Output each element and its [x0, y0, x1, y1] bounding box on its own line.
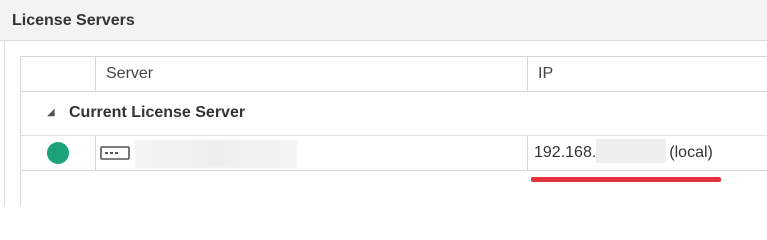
ip-redacted [596, 139, 667, 163]
ip-address: 192.168. (local) [534, 139, 713, 163]
column-header-server[interactable]: Server [96, 57, 528, 91]
license-servers-panel: License Servers Server IP ◢ Current Lice… [0, 0, 767, 206]
group-label: Current License Server [69, 104, 246, 121]
column-header-ip[interactable]: IP [528, 57, 767, 91]
ip-prefix: 192.168. [534, 144, 597, 162]
group-row-current-license-server[interactable]: ◢ Current License Server [21, 92, 767, 136]
license-server-table: Server IP ◢ Current License Server 192.1… [20, 56, 767, 206]
server-cell [96, 136, 528, 170]
status-cell [21, 136, 96, 170]
red-underline-annotation [531, 177, 721, 182]
collapse-caret-icon[interactable]: ◢ [47, 107, 55, 119]
column-header-status[interactable] [21, 57, 96, 91]
status-online-icon [47, 142, 69, 164]
section-header: License Servers [0, 0, 767, 41]
ip-cell: 192.168. (local) [528, 136, 767, 170]
server-icon [100, 146, 130, 160]
panel-left-border [4, 41, 5, 206]
table-row[interactable]: 192.168. (local) [21, 136, 767, 171]
section-title: License Servers [12, 12, 135, 29]
table-header-row: Server IP [21, 56, 767, 92]
ip-local-label: (local) [669, 144, 713, 162]
server-name-redacted [135, 140, 297, 168]
